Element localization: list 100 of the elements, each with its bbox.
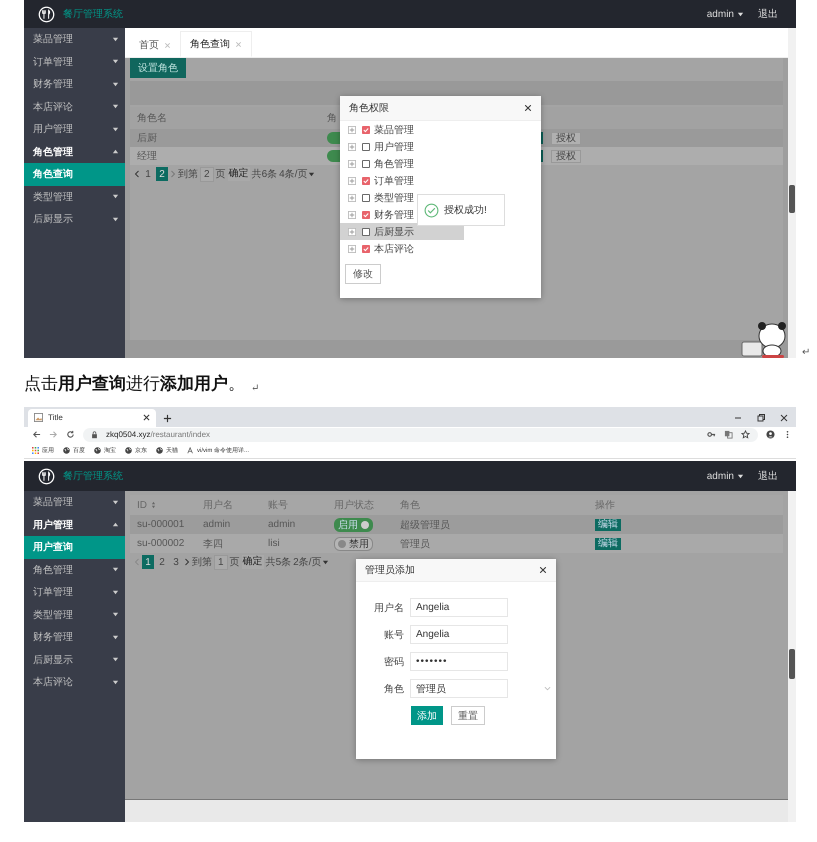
checkbox[interactable] xyxy=(362,210,370,218)
expand-icon[interactable] xyxy=(348,160,356,168)
expand-icon[interactable] xyxy=(348,176,356,184)
logout-link[interactable]: 退出 xyxy=(758,7,778,21)
authorize-button[interactable]: 授权 xyxy=(551,132,581,144)
sidebar-item[interactable]: 菜品管理 xyxy=(24,491,125,514)
caret-icon xyxy=(112,80,119,88)
input-field[interactable]: Angelia xyxy=(410,625,508,644)
edit-button[interactable]: 编辑 xyxy=(595,538,621,550)
address-bar[interactable]: zkq0504.xyz/restaurant/index xyxy=(83,428,758,442)
restore-icon[interactable] xyxy=(756,412,766,423)
sidebar-item[interactable]: 菜品管理 xyxy=(24,28,125,50)
goto-label: 到第 xyxy=(178,168,198,181)
sidebar-item[interactable]: 用户管理 xyxy=(24,514,125,536)
checkbox[interactable] xyxy=(362,126,370,134)
sidebar-item[interactable]: 类型管理 xyxy=(24,604,125,626)
checkbox[interactable] xyxy=(362,176,370,184)
page-button[interactable]: 2 xyxy=(156,555,168,569)
expand-icon[interactable] xyxy=(348,194,356,202)
user-menu[interactable]: admin xyxy=(706,8,744,20)
page-size-select[interactable]: 2条/页 xyxy=(293,555,330,569)
expand-icon[interactable] xyxy=(348,228,356,236)
caret-icon xyxy=(112,148,119,156)
caret-icon xyxy=(112,588,119,596)
tree-item[interactable]: 菜品管理 xyxy=(340,121,464,138)
page-button[interactable]: 1 xyxy=(142,167,154,181)
tree-item[interactable]: 本店评论 xyxy=(340,240,464,257)
sidebar-item[interactable]: 订单管理 xyxy=(24,581,125,604)
lock-icon xyxy=(91,430,98,439)
back-icon[interactable] xyxy=(32,430,41,440)
sidebar-item[interactable]: 订单管理 xyxy=(24,50,125,73)
checkbox[interactable] xyxy=(362,228,370,236)
reset-button[interactable]: 重置 xyxy=(451,706,485,725)
input-field[interactable]: ••••••• xyxy=(410,652,508,671)
page-input[interactable]: 1 xyxy=(214,554,228,570)
select-field[interactable]: 管理员 xyxy=(410,679,508,698)
plus-icon[interactable] xyxy=(163,414,172,423)
close-icon[interactable] xyxy=(143,414,150,422)
logout-link[interactable]: 退出 xyxy=(758,469,778,483)
sidebar-subitem[interactable]: 角色查询 xyxy=(24,163,125,186)
sidebar-item[interactable]: 角色管理 xyxy=(24,558,125,581)
url-text: zkq0504.xyz/restaurant/index xyxy=(106,430,210,440)
close-icon[interactable] xyxy=(524,104,532,112)
close-icon[interactable] xyxy=(539,566,547,574)
tree-item[interactable]: 用户管理 xyxy=(340,138,464,155)
input-field[interactable]: Angelia xyxy=(410,598,508,617)
tab[interactable]: 首页 xyxy=(130,33,180,57)
expand-icon[interactable] xyxy=(348,210,356,218)
previous-page-icon[interactable] xyxy=(134,170,140,178)
checkbox[interactable] xyxy=(362,194,370,202)
caret-icon xyxy=(112,193,119,200)
checkbox[interactable] xyxy=(362,244,370,252)
tree-item[interactable]: 角色管理 xyxy=(340,155,464,172)
key-icon[interactable] xyxy=(707,430,716,440)
user-menu[interactable]: admin xyxy=(706,470,744,482)
total-count: 共5条 xyxy=(266,556,292,569)
scrollbar[interactable] xyxy=(788,28,796,358)
page-button[interactable]: 3 xyxy=(170,555,182,569)
tree-item[interactable]: 订单管理 xyxy=(340,172,464,189)
sidebar-item[interactable]: 类型管理 xyxy=(24,186,125,208)
scrollbar[interactable] xyxy=(788,491,796,822)
sidebar-item[interactable]: 财务管理 xyxy=(24,73,125,96)
authorize-button[interactable]: 授权 xyxy=(551,150,581,162)
tree-item[interactable]: 后厨显示 xyxy=(340,223,464,240)
checkbox[interactable] xyxy=(362,160,370,168)
sidebar-item[interactable]: 本店评论 xyxy=(24,96,125,118)
add-button[interactable]: 添加 xyxy=(411,706,443,725)
page-size-select[interactable]: 4条/页 xyxy=(279,167,316,181)
caret-icon xyxy=(737,10,744,18)
star-icon[interactable] xyxy=(741,430,750,440)
column-header: 账号 xyxy=(268,498,288,512)
sidebar-item[interactable]: 后厨显示 xyxy=(24,648,125,671)
close-icon[interactable] xyxy=(779,412,789,423)
sidebar-item[interactable]: 用户管理 xyxy=(24,118,125,140)
reload-icon[interactable] xyxy=(66,430,75,440)
status-toggle[interactable]: 禁用 xyxy=(334,536,373,550)
confirm-button[interactable]: 确定 xyxy=(242,555,264,569)
sidebar-item[interactable]: 角色管理 xyxy=(24,140,125,163)
sidebar-item[interactable]: 后厨显示 xyxy=(24,208,125,230)
sidebar-item[interactable]: 本店评论 xyxy=(24,671,125,694)
next-page-icon[interactable] xyxy=(184,558,190,566)
sidebar-subitem[interactable]: 用户查询 xyxy=(24,536,125,558)
account-icon[interactable] xyxy=(766,430,775,440)
page-button[interactable]: 2 xyxy=(156,167,168,181)
page-button[interactable]: 1 xyxy=(142,555,154,569)
expand-icon[interactable] xyxy=(348,244,356,252)
expand-icon[interactable] xyxy=(348,126,356,134)
expand-icon[interactable] xyxy=(348,142,356,150)
modify-button[interactable]: 修改 xyxy=(345,264,381,284)
browser-tab[interactable]: Title xyxy=(28,408,156,427)
set-role-button[interactable]: 设置角色 xyxy=(130,58,186,78)
checkbox[interactable] xyxy=(362,142,370,150)
translate-icon[interactable] xyxy=(724,430,733,440)
sidebar-item[interactable]: 财务管理 xyxy=(24,626,125,648)
tab[interactable]: 角色查询 xyxy=(180,31,252,57)
page-input[interactable]: 2 xyxy=(200,166,214,182)
confirm-button[interactable]: 确定 xyxy=(228,167,250,181)
fork-knife-icon xyxy=(38,6,55,22)
edit-button[interactable]: 编辑 xyxy=(595,518,621,530)
text-icon xyxy=(187,447,194,454)
